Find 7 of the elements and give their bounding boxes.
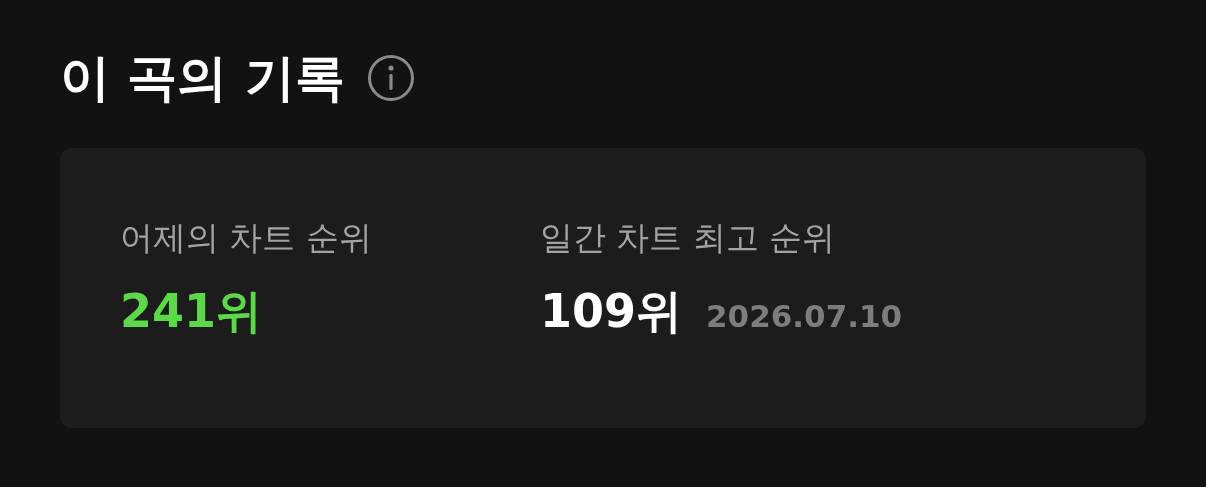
stat-label: 일간 차트 최고 순위 [540,220,837,257]
rank-date: 2026.07.10 [706,298,903,335]
stat-label: 어제의 차트 순위 [120,220,373,257]
rank-value: 109위 [540,286,683,337]
section-title: 이 곡의 기록 [60,53,345,103]
info-icon[interactable] [366,54,415,102]
rank-value: 241위 [120,286,263,337]
